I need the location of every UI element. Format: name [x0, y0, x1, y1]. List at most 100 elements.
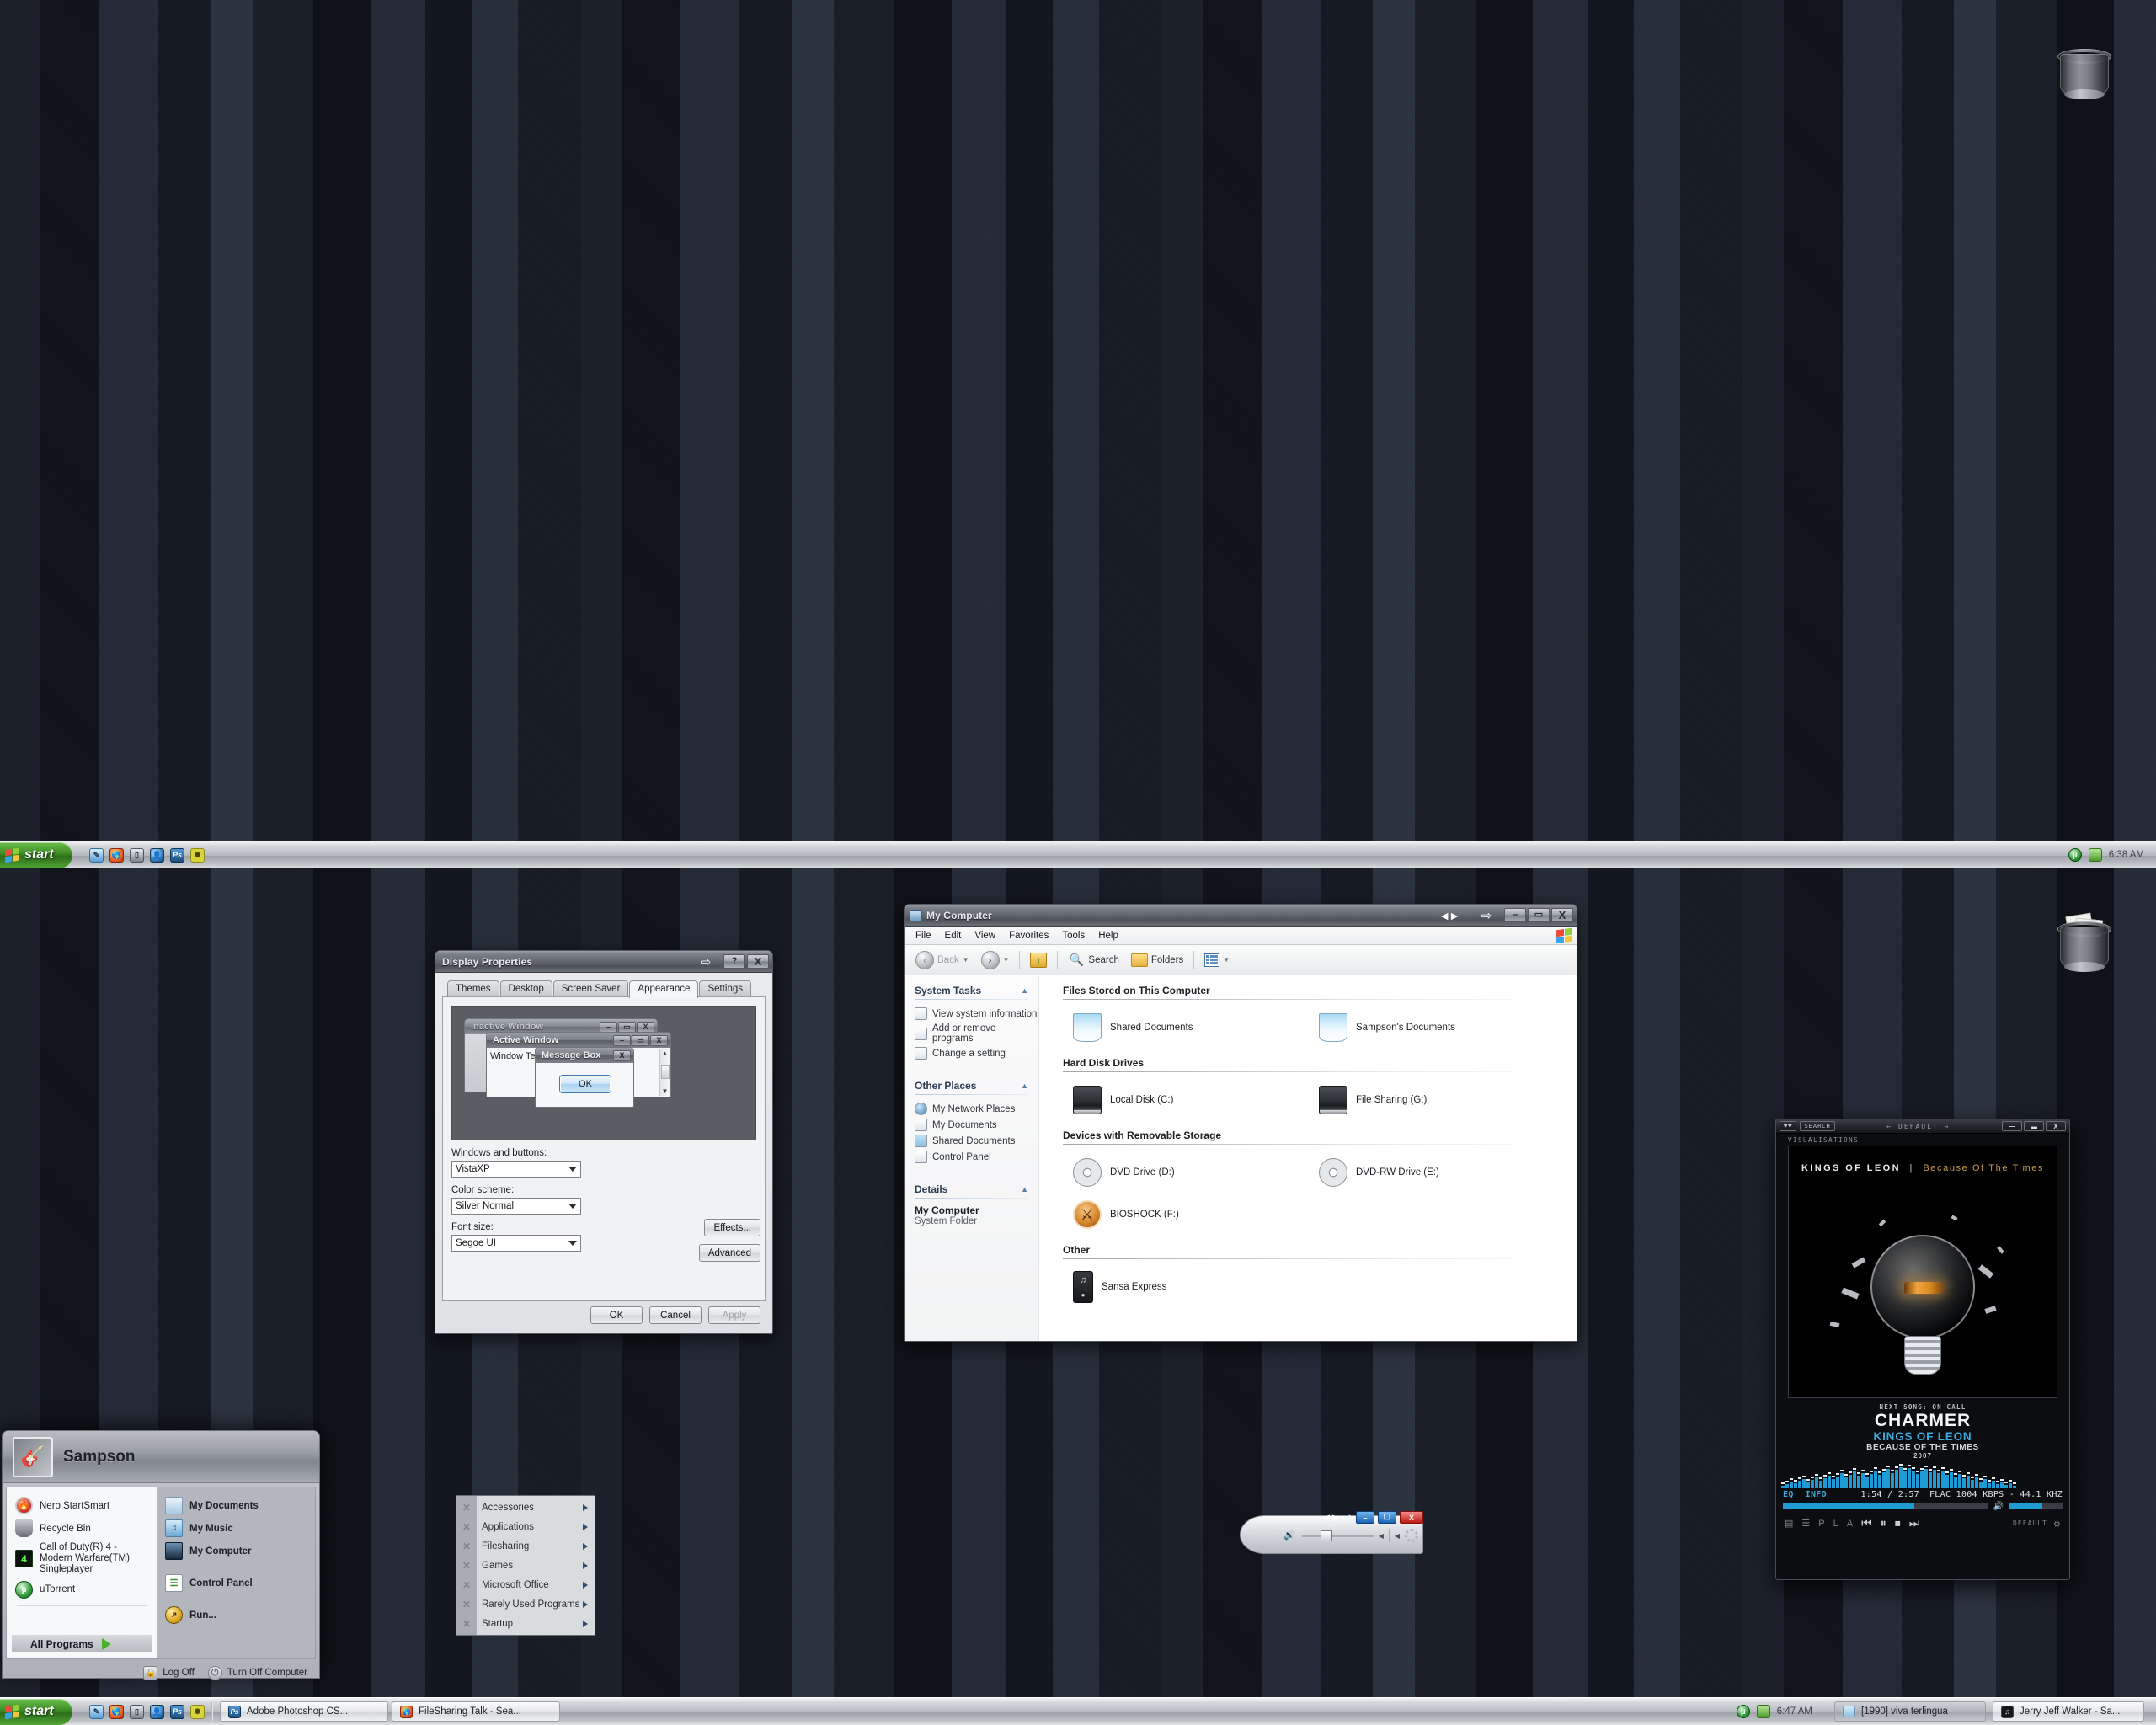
all-programs-item-rarely-used-programs[interactable]: ✕ Rarely Used Programs — [456, 1594, 595, 1614]
nav-arrows-icon[interactable]: ◄► — [1438, 909, 1460, 922]
nav-arrows-icon[interactable]: ◄► — [1321, 1511, 1342, 1524]
start-item-my-computer[interactable]: My Computer — [162, 1540, 310, 1562]
item-file-sharing-g[interactable]: File Sharing (G:) — [1319, 1081, 1565, 1119]
notepad-icon[interactable]: ✎ — [89, 847, 104, 862]
photoshop-icon[interactable]: Ps — [170, 847, 184, 862]
player-window-controls[interactable]: — ▬ X — [2002, 1121, 2066, 1131]
clock-bottom[interactable]: 6:47 AM — [1777, 1706, 1812, 1717]
all-programs-submenu[interactable]: ✕ Accessories ✕ Applications ✕ Fileshari… — [456, 1495, 595, 1636]
rollup-icon[interactable]: ⇨ — [1342, 1510, 1353, 1525]
sidebar-change-a-setting[interactable]: Change a setting — [915, 1045, 1038, 1061]
bone-icon[interactable]: ✺ — [190, 847, 205, 862]
next-button[interactable]: ⏭ — [1909, 1516, 1920, 1530]
visualisations-label[interactable]: VISUALISATIONS — [1776, 1134, 2069, 1146]
taskbar-top[interactable]: start ✎ 🌎 ▯ 👤 Ps ✺ µ 6:38 AM — [0, 841, 2156, 868]
heart-icon[interactable]: ♥♥ — [1780, 1121, 1797, 1131]
volume-slider[interactable] — [2009, 1503, 2063, 1510]
recycle-bin-empty-icon[interactable] — [2055, 40, 2114, 103]
player-controls[interactable]: ▤ ☰ P L A ⏮ ⏸ ⏹ ⏭ DEFAULT ⚙ — [1776, 1511, 2069, 1530]
left-arrow-icon[interactable]: ◀ — [1379, 1532, 1384, 1540]
search-button[interactable]: SEARCH — [1800, 1121, 1835, 1131]
minimize-button[interactable]: — — [2002, 1121, 2022, 1131]
left-arrow-icon[interactable]: ◀ — [1395, 1532, 1400, 1540]
player-seek-row[interactable]: 🔊 — [1776, 1499, 2069, 1511]
task-filesharing-talk[interactable]: 🌎 FileSharing Talk - Sea... — [392, 1701, 560, 1722]
start-item-my-music[interactable]: ♫ My Music — [162, 1517, 310, 1540]
apply-button[interactable]: Apply — [708, 1306, 760, 1324]
msn-icon[interactable]: 👤 — [150, 1704, 164, 1719]
all-programs-item-startup[interactable]: ✕ Startup — [456, 1614, 595, 1633]
chevron-down-icon[interactable]: ▼ — [1223, 956, 1230, 964]
msn-icon[interactable]: 👤 — [150, 847, 164, 862]
start-item-nero-startsmart[interactable]: 🔥 Nero StartSmart — [12, 1494, 152, 1517]
firefox-icon[interactable]: 🌎 — [109, 1704, 124, 1719]
utorrent-tray-icon[interactable]: µ — [1736, 1705, 1750, 1718]
pause-button[interactable]: ⏸ — [1881, 1516, 1886, 1530]
menu-help[interactable]: Help — [1092, 929, 1124, 943]
system-tray-top[interactable]: µ 6:38 AM — [2068, 848, 2156, 862]
taskbar-bottom[interactable]: start ✎ 🌎 ▯ 👤 Ps ✺ Ps Adobe Photoshop CS… — [0, 1697, 2156, 1725]
sidebar-shared-documents[interactable]: Shared Documents — [915, 1133, 1038, 1149]
all-programs-item-accessories[interactable]: ✕ Accessories — [456, 1498, 595, 1517]
search-button[interactable]: 🔍 Search — [1064, 951, 1123, 969]
start-item-run[interactable]: ↗ Run... — [162, 1604, 310, 1626]
menu-edit[interactable]: Edit — [939, 929, 968, 943]
prev-skin-icon[interactable]: ← — [1886, 1123, 1892, 1130]
player-titlebar[interactable]: ♥♥ SEARCH ← DEFAULT → — ▬ X — [1776, 1119, 2069, 1134]
item-sampsons-documents[interactable]: Sampson's Documents — [1319, 1008, 1565, 1047]
volume-slider[interactable] — [1302, 1530, 1374, 1541]
close-button[interactable]: X — [747, 954, 769, 969]
system-tasks-heading-row[interactable]: System Tasks ▲ — [915, 985, 1038, 996]
avatar[interactable]: 🎸 — [13, 1436, 53, 1477]
menu-favorites[interactable]: Favorites — [1003, 929, 1054, 943]
minimize-button[interactable]: – — [1356, 1511, 1374, 1524]
folders-button[interactable]: Folders — [1127, 952, 1187, 969]
window-controls[interactable]: ◄► ⇨ – ▭ X — [1438, 908, 1573, 923]
quick-launch-bottom[interactable]: ✎ 🌎 ▯ 👤 Ps ✺ — [89, 1704, 205, 1719]
views-button[interactable]: ▼ — [1200, 952, 1234, 969]
loop-l-icon[interactable]: L — [1833, 1519, 1838, 1529]
rollup-icon[interactable]: ⇨ — [695, 954, 717, 969]
quick-launch-top[interactable]: ✎ 🌎 ▯ 👤 Ps ✺ — [89, 847, 205, 862]
item-shared-documents[interactable]: Shared Documents — [1073, 1008, 1319, 1047]
user-tray-icon[interactable] — [2088, 848, 2102, 862]
start-item-control-panel[interactable]: ☰ Control Panel — [162, 1572, 310, 1594]
clock-top[interactable]: 6:38 AM — [2109, 850, 2144, 860]
sidebar-view-system-information[interactable]: View system information — [915, 1006, 1038, 1022]
stop-button[interactable]: ⏹ — [1895, 1516, 1901, 1530]
my-computer-menubar[interactable]: File Edit View Favorites Tools Help — [905, 927, 1577, 945]
help-button[interactable]: ? — [723, 954, 745, 969]
task-jerry-jeff-walker[interactable]: ♫ Jerry Jeff Walker - Sa... — [1993, 1701, 2144, 1722]
widget-volume-row[interactable]: 🔊 ◀ ◀ — [1283, 1529, 1418, 1542]
info-button[interactable]: INFO — [1806, 1490, 1827, 1499]
log-off-button[interactable]: 🔒 Log Off — [143, 1665, 195, 1680]
details-heading-row[interactable]: Details ▲ — [915, 1183, 1038, 1195]
sidebar-control-panel[interactable]: Control Panel — [915, 1149, 1038, 1165]
close-button[interactable]: X — [1551, 908, 1573, 922]
photoshop-icon[interactable]: Ps — [170, 1704, 184, 1719]
notepad-icon[interactable]: ✎ — [89, 1704, 104, 1719]
display-properties-window[interactable]: Display Properties ⇨ ? X Themes Desktop … — [435, 950, 773, 1334]
display-properties-titlebar[interactable]: Display Properties ⇨ ? X — [435, 951, 772, 973]
close-button[interactable]: X — [2046, 1121, 2066, 1131]
advanced-button-wrap[interactable]: Advanced — [698, 1244, 760, 1262]
start-menu[interactable]: 🎸 Sampson 🔥 Nero StartSmart Recycle Bin … — [2, 1430, 320, 1680]
display-tabs[interactable]: Themes Desktop Screen Saver Appearance S… — [442, 978, 766, 998]
start-item-call-of-duty-4[interactable]: 4 Call of Duty(R) 4 - Modern Warfare(TM)… — [12, 1540, 152, 1578]
volume-knob[interactable] — [1321, 1530, 1333, 1541]
ok-button[interactable]: OK — [590, 1306, 643, 1324]
maximize-button[interactable]: ▬ — [2024, 1121, 2044, 1131]
skin-selector[interactable]: ← DEFAULT → — [1838, 1123, 1999, 1130]
rollup-icon[interactable]: ⇨ — [1476, 908, 1497, 923]
media-player-mini-widget[interactable]: ◄► ⇨ – ❐ X 🔊 ◀ ◀ — [1240, 1510, 1423, 1554]
speaker-icon[interactable]: 🔊 — [1993, 1502, 2004, 1511]
menu-file[interactable]: File — [910, 929, 937, 943]
font-size-select[interactable]: Segoe UI — [451, 1235, 581, 1252]
music-player-window[interactable]: ♥♥ SEARCH ← DEFAULT → — ▬ X VISUALISATIO… — [1775, 1119, 2070, 1580]
menu-tools[interactable]: Tools — [1056, 929, 1091, 943]
player-preset-group[interactable]: DEFAULT ⚙ — [2013, 1518, 2061, 1530]
user-tray-icon[interactable] — [1756, 1705, 1770, 1718]
eq-button[interactable]: EQ — [1783, 1490, 1794, 1499]
all-programs-item-applications[interactable]: ✕ Applications — [456, 1517, 595, 1536]
start-button-top[interactable]: start — [0, 841, 72, 868]
